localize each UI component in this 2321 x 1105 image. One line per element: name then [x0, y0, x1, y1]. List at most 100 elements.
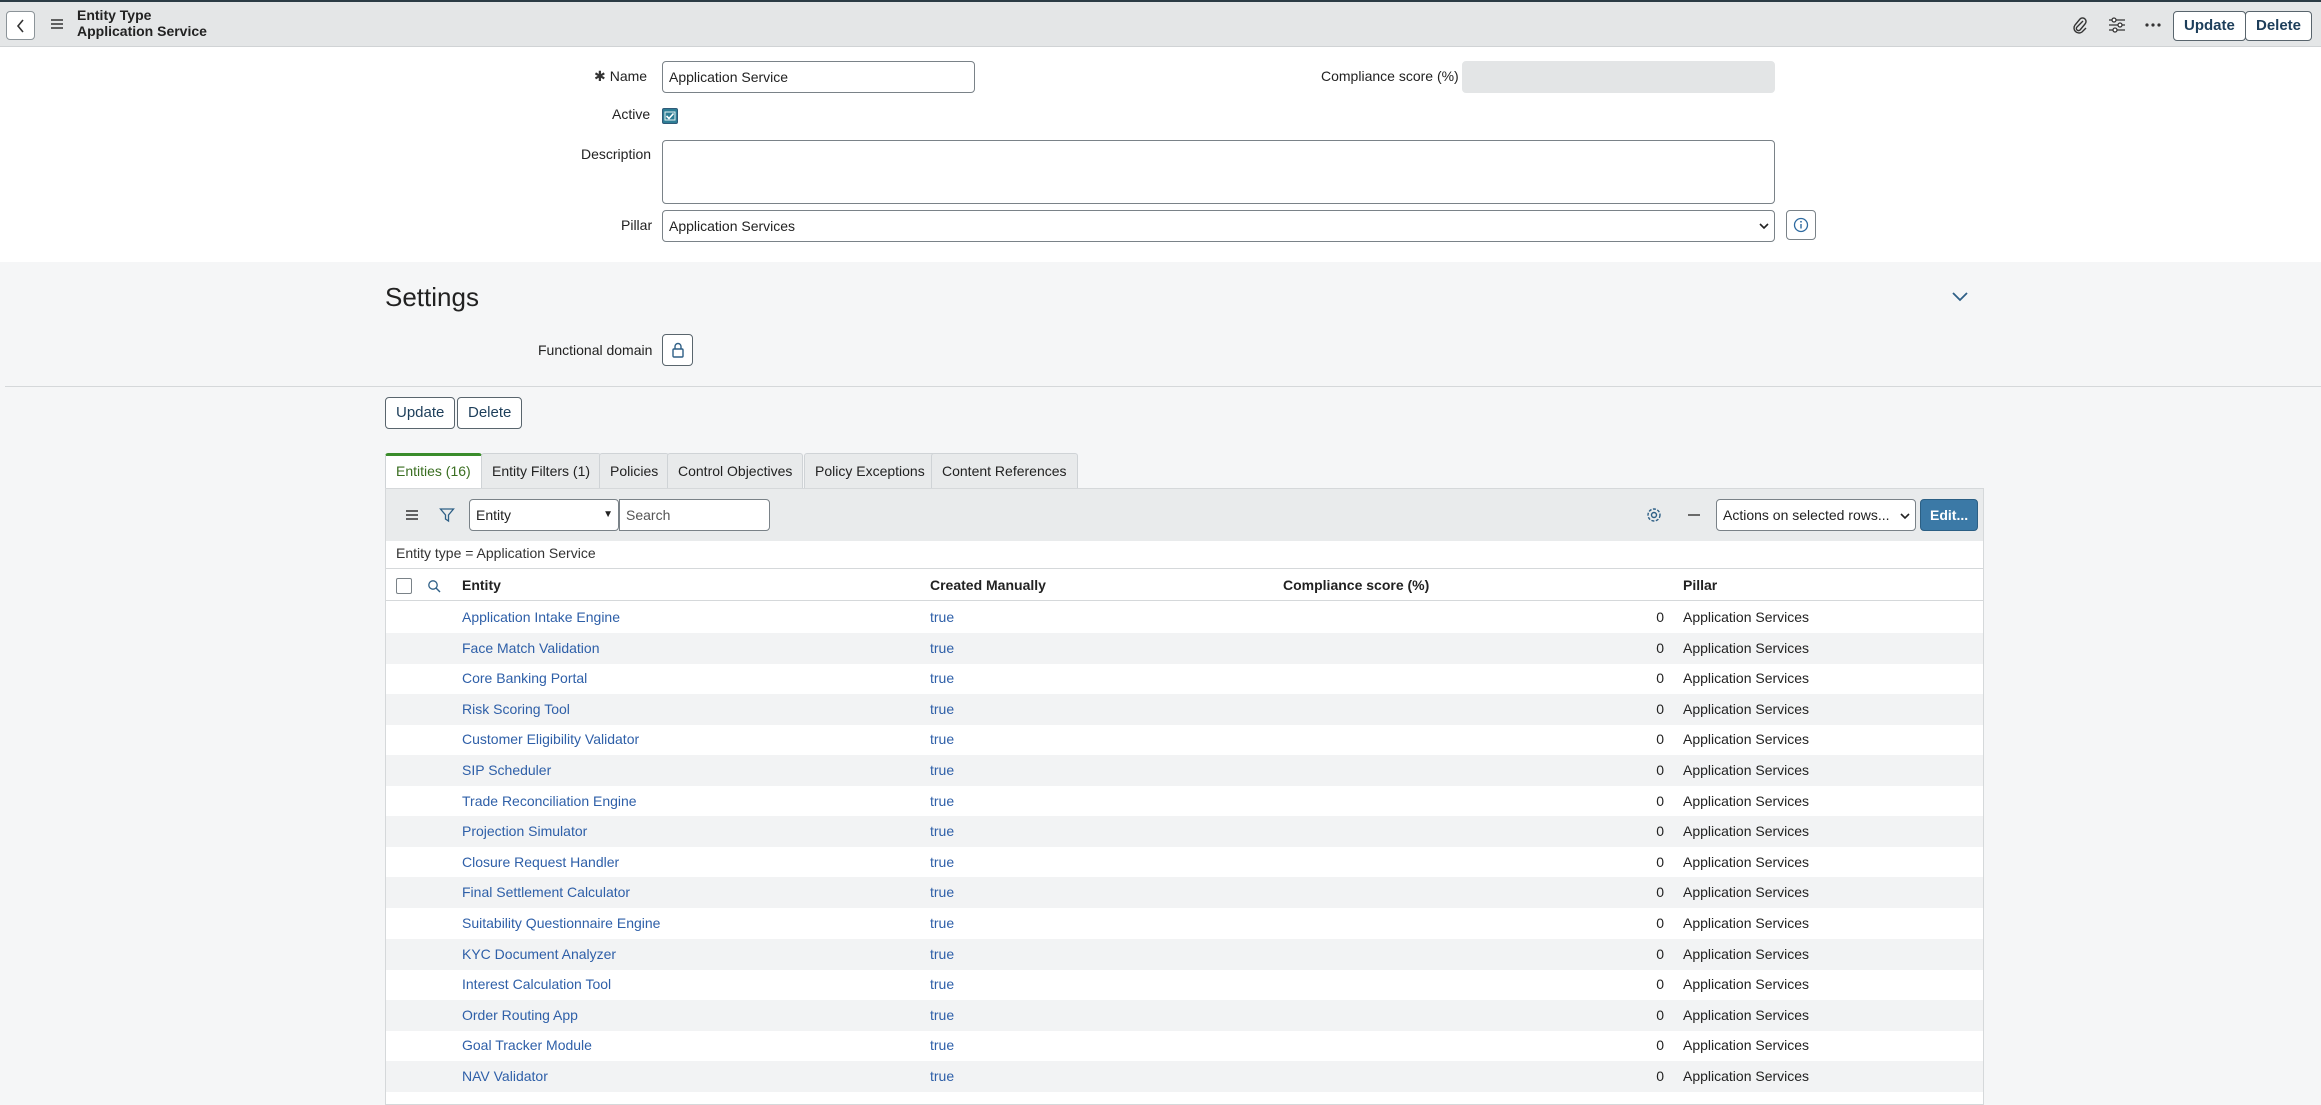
- name-label: ✱ Name: [594, 68, 648, 84]
- created-manually-cell[interactable]: true: [930, 946, 954, 962]
- hamburger-icon[interactable]: [49, 16, 65, 32]
- compliance-score-cell: 0: [1656, 792, 1664, 809]
- created-manually-cell[interactable]: true: [930, 976, 954, 992]
- created-manually-cell[interactable]: true: [930, 823, 954, 839]
- created-manually-cell[interactable]: true: [930, 762, 954, 778]
- compliance-score-cell: 0: [1656, 1006, 1664, 1023]
- created-manually-cell[interactable]: true: [930, 915, 954, 931]
- entity-link[interactable]: Customer Eligibility Validator: [462, 731, 639, 747]
- created-manually-cell[interactable]: true: [930, 609, 954, 625]
- created-manually-cell[interactable]: true: [930, 1068, 954, 1084]
- section-divider: [5, 386, 2321, 387]
- entity-link[interactable]: KYC Document Analyzer: [462, 946, 616, 962]
- search-icon[interactable]: [427, 579, 441, 593]
- entity-link[interactable]: Trade Reconciliation Engine: [462, 793, 637, 809]
- check-icon: [664, 111, 676, 121]
- paperclip-icon[interactable]: [2069, 14, 2091, 36]
- compliance-score-cell: 0: [1656, 945, 1664, 962]
- chevron-down-icon[interactable]: [1951, 291, 1969, 303]
- entity-link[interactable]: SIP Scheduler: [462, 762, 551, 778]
- entity-link[interactable]: Projection Simulator: [462, 823, 587, 839]
- entity-link[interactable]: Suitability Questionnaire Engine: [462, 915, 660, 931]
- compliance-score-cell: 0: [1656, 762, 1664, 778]
- table-row[interactable]: Goal Tracker Module true 0 Application Serv…: [386, 1030, 1983, 1061]
- pillar-select[interactable]: Application Services: [662, 210, 1775, 242]
- list-search-input[interactable]: Search: [619, 499, 770, 531]
- active-label: Active: [612, 106, 651, 122]
- table-row[interactable]: Risk Scoring Tool true 0 Application Servic…: [386, 693, 1983, 725]
- header-delete-button[interactable]: Delete: [2245, 11, 2313, 41]
- table-row[interactable]: Final Settlement Calculator true 0 Applicat…: [386, 877, 1983, 909]
- search-field-value: Entity: [476, 507, 512, 523]
- search-field-select[interactable]: Entity ▼: [469, 499, 619, 531]
- header-update-button[interactable]: Update: [2173, 11, 2246, 41]
- table-row[interactable]: Order Routing App true 0 Application Servic…: [386, 999, 1983, 1031]
- table-row[interactable]: Projection Simulator true 0 Application Ser…: [386, 816, 1983, 848]
- table-row[interactable]: Interest Calculation Tool true 0 Applicatio…: [386, 969, 1983, 1000]
- column-header-entity[interactable]: Entity: [462, 577, 501, 593]
- functional-domain-lock-button[interactable]: [662, 334, 693, 366]
- entity-link[interactable]: Final Settlement Calculator: [462, 884, 630, 900]
- entity-link[interactable]: Core Banking Portal: [462, 670, 587, 686]
- edit-button[interactable]: Edit...: [1920, 499, 1979, 531]
- funnel-icon[interactable]: [437, 505, 457, 525]
- tab-control-objectives[interactable]: Control Objectives: [667, 453, 804, 488]
- entity-link[interactable]: Goal Tracker Module: [462, 1037, 592, 1053]
- active-checkbox[interactable]: [662, 108, 678, 124]
- created-manually-cell[interactable]: true: [930, 854, 954, 870]
- info-icon: [1793, 217, 1809, 233]
- actions-select[interactable]: Actions on selected rows...: [1716, 499, 1916, 531]
- name-field[interactable]: Application Service: [662, 61, 975, 93]
- created-manually-cell[interactable]: true: [930, 1007, 954, 1023]
- created-manually-cell[interactable]: true: [930, 701, 954, 717]
- column-header-row: Entity Created Manually Compliance score…: [386, 568, 1983, 601]
- created-manually-cell[interactable]: true: [930, 670, 954, 686]
- table-row[interactable]: Application Intake Engine true 0 Applicatio…: [386, 602, 1983, 633]
- tab-entity-filters[interactable]: Entity Filters (1): [481, 453, 602, 488]
- created-manually-cell[interactable]: true: [930, 884, 954, 900]
- entity-link[interactable]: Face Match Validation: [462, 640, 599, 656]
- entity-link[interactable]: Order Routing App: [462, 1007, 578, 1023]
- filter-breadcrumb[interactable]: Entity type = Application Service: [396, 545, 596, 561]
- actions-select-value: Actions on selected rows...: [1723, 507, 1890, 523]
- table-row[interactable]: KYC Document Analyzer true 0 Application Se…: [386, 938, 1983, 970]
- sliders-icon[interactable]: [2106, 14, 2128, 36]
- created-manually-cell[interactable]: true: [930, 1037, 954, 1053]
- table-row[interactable]: Customer Eligibility Validator true 0 Appli…: [386, 724, 1983, 755]
- table-row[interactable]: Suitability Questionnaire Engine true 0 App…: [386, 908, 1983, 939]
- select-all-checkbox[interactable]: [396, 578, 412, 594]
- entity-link[interactable]: Closure Request Handler: [462, 854, 619, 870]
- entity-link[interactable]: NAV Validator: [462, 1068, 548, 1084]
- table-row[interactable]: Face Match Validation true 0 Application Se…: [386, 632, 1983, 664]
- table-row[interactable]: Core Banking Portal true 0 Application Serv…: [386, 663, 1983, 694]
- entity-link[interactable]: Interest Calculation Tool: [462, 976, 611, 992]
- form-update-button[interactable]: Update: [385, 397, 456, 429]
- created-manually-cell[interactable]: true: [930, 640, 954, 656]
- gear-icon[interactable]: [1644, 505, 1664, 525]
- pillar-cell: Application Services: [1683, 823, 1810, 840]
- compliance-score-cell: 0: [1656, 700, 1664, 717]
- table-row[interactable]: Closure Request Handler true 0 Application …: [386, 847, 1983, 878]
- pillar-info-button[interactable]: [1786, 210, 1816, 240]
- compliance-score-cell: 0: [1656, 915, 1664, 931]
- column-header-created-manually[interactable]: Created Manually: [930, 577, 1046, 593]
- table-row[interactable]: NAV Validator true 0 Application Services: [386, 1061, 1983, 1092]
- ellipsis-icon[interactable]: [2142, 14, 2164, 36]
- created-manually-cell[interactable]: true: [930, 731, 954, 747]
- column-header-pillar[interactable]: Pillar: [1683, 577, 1717, 593]
- table-row[interactable]: SIP Scheduler true 0 Application Services: [386, 755, 1983, 786]
- tab-policy-exceptions[interactable]: Policy Exceptions: [804, 453, 936, 488]
- column-header-compliance-score[interactable]: Compliance score (%): [1283, 577, 1429, 593]
- entity-link[interactable]: Risk Scoring Tool: [462, 701, 570, 717]
- back-button[interactable]: [6, 11, 35, 40]
- collapse-minus-icon[interactable]: [1684, 505, 1704, 525]
- tab-entities[interactable]: Entities (16): [385, 453, 482, 488]
- tab-policies[interactable]: Policies: [599, 453, 670, 488]
- created-manually-cell[interactable]: true: [930, 793, 954, 809]
- description-field[interactable]: [662, 140, 1775, 204]
- table-row[interactable]: Trade Reconciliation Engine true 0 Applicat…: [386, 786, 1983, 817]
- list-menu-icon[interactable]: [402, 505, 422, 525]
- form-delete-button[interactable]: Delete: [457, 397, 523, 429]
- tab-content-references[interactable]: Content References: [931, 453, 1078, 488]
- entity-link[interactable]: Application Intake Engine: [462, 609, 620, 625]
